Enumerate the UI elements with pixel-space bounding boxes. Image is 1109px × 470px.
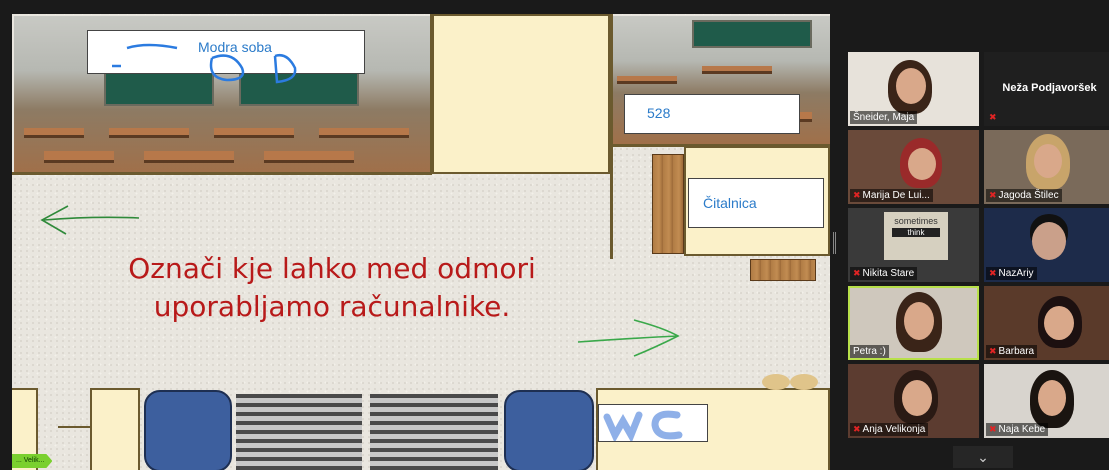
poster-text: think — [892, 228, 940, 237]
participant-face — [1038, 380, 1066, 416]
participant-face — [908, 148, 936, 180]
bread-icon — [762, 374, 818, 390]
participant-name-center: Neža Podjavoršek — [1002, 82, 1097, 94]
instruction-text: Označi kje lahko med odmori uporabljamo … — [92, 250, 572, 326]
muted-mic-icon: ✖ — [989, 424, 997, 434]
poster-text: sometimes — [894, 216, 938, 226]
muted-mic-icon: ✖ — [989, 268, 997, 278]
chevron-down-icon[interactable]: ⌄ — [953, 446, 1013, 468]
presenter-name-badge: ... Velik... — [12, 454, 53, 468]
participant-tile[interactable]: sometimes think ✖ Nikita Stare — [848, 208, 979, 282]
wooden-furniture — [750, 259, 816, 281]
shared-screen-slide[interactable]: Modra soba 528 Čitalnica Označi kje lahk… — [12, 14, 830, 470]
muted-mic-icon: ✖ — [853, 424, 861, 434]
participant-face — [902, 380, 932, 416]
staircase — [236, 394, 362, 470]
desk — [214, 128, 294, 138]
right-arrow-annotation — [577, 319, 680, 357]
blue-room-tile — [144, 390, 232, 470]
participant-name: ✖ Marija De Lui... — [850, 189, 933, 202]
classroom-board — [692, 20, 812, 48]
participant-name: ✖ — [986, 111, 1002, 124]
participant-face — [896, 68, 926, 104]
desk — [109, 128, 189, 138]
participant-tile[interactable]: ✖ Marija De Lui... — [848, 130, 979, 204]
participant-name: ✖ Naja Kebe — [986, 423, 1049, 436]
room-label-text: 528 — [647, 105, 671, 121]
room-label-528[interactable]: 528 — [624, 94, 800, 134]
muted-mic-icon: ✖ — [989, 190, 997, 200]
participant-name: Petra :) — [850, 345, 889, 358]
muted-mic-icon: ✖ — [989, 112, 997, 122]
muted-mic-icon: ✖ — [853, 190, 861, 200]
handwritten-scribble — [112, 43, 297, 84]
participant-name: ✖ NazAriy — [986, 267, 1037, 280]
room-label-citalnica[interactable]: Čitalnica — [688, 178, 824, 228]
participant-gallery[interactable]: Šneider, Maja Neža Podjavoršek ✖ ✖ Marija… — [836, 0, 1109, 470]
participant-face — [1044, 306, 1074, 340]
participant-name: ✖ Barbara — [986, 345, 1038, 358]
participant-tile[interactable]: Šneider, Maja — [848, 52, 979, 126]
participant-tile[interactable]: ✖ Naja Kebe — [984, 364, 1109, 438]
left-arrow-annotation — [40, 205, 140, 235]
participant-name: ✖ Nikita Stare — [850, 267, 918, 280]
staircase — [370, 394, 498, 470]
participant-tile-active-speaker[interactable]: Petra :) — [848, 286, 979, 360]
desk — [44, 151, 114, 163]
wall — [610, 14, 613, 259]
blue-room-tile — [504, 390, 594, 470]
participant-tile[interactable]: ✖ Anja Velikonja — [848, 364, 979, 438]
participant-tile[interactable]: ✖ NazAriy — [984, 208, 1109, 282]
room-label-text: Čitalnica — [703, 195, 757, 211]
muted-mic-icon: ✖ — [853, 268, 861, 278]
participant-tile[interactable]: ✖ Barbara — [984, 286, 1109, 360]
participant-face — [1032, 222, 1066, 260]
wc-scribble — [603, 410, 683, 444]
instruction-line-2: uporabljamo računalnike. — [153, 290, 511, 323]
wall — [58, 426, 90, 428]
desk — [617, 76, 677, 84]
participant-name: Šneider, Maja — [850, 111, 918, 124]
desk — [264, 151, 354, 163]
desk — [319, 128, 409, 138]
corridor-room — [432, 14, 610, 174]
wall — [12, 172, 432, 175]
participant-name: ✖ Anja Velikonja — [850, 423, 929, 436]
participant-face — [1034, 144, 1062, 178]
bookshelf — [652, 154, 684, 254]
participant-face — [904, 302, 934, 340]
wc-label[interactable] — [598, 404, 708, 444]
participant-tile[interactable]: Neža Podjavoršek ✖ — [984, 52, 1109, 126]
desk — [144, 151, 234, 163]
desk — [702, 66, 772, 74]
participant-name: ✖ Jagoda Štilec — [986, 189, 1062, 202]
poster: sometimes think — [884, 212, 948, 260]
room-small — [90, 388, 140, 470]
desk — [24, 128, 84, 138]
zoom-meeting-window: Modra soba 528 Čitalnica Označi kje lahk… — [0, 0, 1109, 470]
participant-tile[interactable]: ✖ Jagoda Štilec — [984, 130, 1109, 204]
muted-mic-icon: ✖ — [989, 346, 997, 356]
instruction-line-1: Označi kje lahko med odmori — [128, 252, 536, 285]
